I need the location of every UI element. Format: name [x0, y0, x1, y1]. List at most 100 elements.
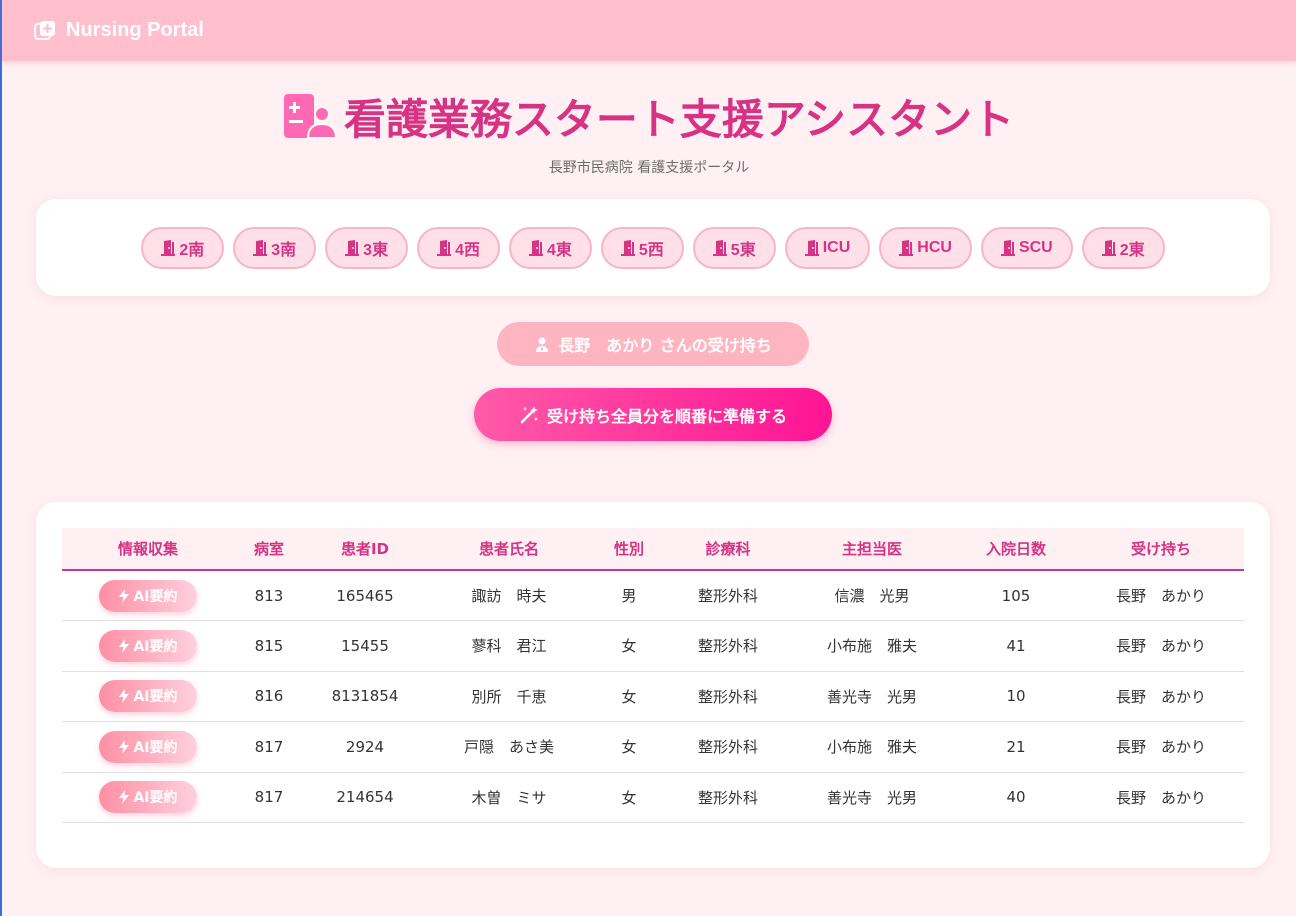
- lightning-icon: [119, 689, 130, 704]
- ward-button-hcu[interactable]: HCU: [879, 226, 972, 269]
- assigned-nurse-cell: 長野 あかり: [1078, 671, 1244, 722]
- department-cell: 整形外科: [666, 671, 790, 722]
- patient-name-cell: 木曽 ミサ: [426, 772, 592, 823]
- ai-summary-button[interactable]: AI要約: [99, 629, 197, 662]
- page-title: 看護業務スタート支援アシスタント: [283, 86, 1015, 147]
- brand-name: Nursing Portal: [66, 19, 204, 41]
- table-row[interactable]: AI要約 815 15455 蓼科 君江女整形外科 小布施 雅夫 41 長野 あかり: [62, 620, 1244, 672]
- door-icon: [712, 239, 727, 256]
- ai-summary-button[interactable]: AI要約: [99, 730, 197, 763]
- ai-summary-button[interactable]: AI要約: [99, 680, 197, 713]
- doctor-cell: 善光寺 光男: [790, 772, 954, 823]
- ward-button-label: 5東: [730, 241, 756, 259]
- sex-cell: 男: [592, 570, 666, 621]
- assigned-nurse-badge: 長野 あかり さんの受け持ち: [497, 322, 809, 366]
- door-icon: [1101, 239, 1116, 256]
- table-row[interactable]: AI要約 816 8131854 別所 千恵女整形外科 善光寺 光男 10 長野 あかり: [62, 671, 1244, 722]
- column-header: 病室: [234, 528, 304, 571]
- ward-button-3南[interactable]: 3南: [233, 226, 317, 269]
- assigned-nurse-cell: 長野 あかり: [1078, 570, 1244, 621]
- admission-days-cell: 21: [954, 721, 1078, 773]
- lightning-icon: [119, 588, 130, 603]
- prepare-all-button[interactable]: 受け持ち全員分を順番に準備する: [474, 388, 832, 441]
- patient-name-cell: 別所 千恵: [426, 671, 592, 722]
- column-header: 診療科: [666, 528, 790, 571]
- department-cell: 整形外科: [666, 570, 790, 621]
- ai-summary-button[interactable]: AI要約: [99, 579, 197, 612]
- column-header: 主担当医: [790, 528, 954, 571]
- ward-button-scu[interactable]: SCU: [980, 226, 1073, 269]
- ward-button-4西[interactable]: 4西: [417, 226, 500, 269]
- ward-button-label: 4東: [546, 241, 572, 259]
- door-icon: [345, 239, 360, 256]
- info-collect-cell: AI要約: [62, 570, 234, 621]
- door-icon: [253, 239, 268, 256]
- ward-button-label: ICU: [822, 238, 851, 256]
- patient-table: 情報収集 病室 患者ID 患者氏名 性別 診療科 主担当医 入院日数 受け持ち AI要約 813 1…: [62, 528, 1244, 823]
- door-icon: [804, 239, 819, 256]
- page-header: 看護業務スタート支援アシスタント 長野市民病院 看護支援ポータル: [2, 86, 1296, 177]
- sex-cell: 女: [592, 620, 666, 672]
- lightning-icon: [119, 638, 130, 653]
- page-subtitle: 長野市民病院 看護支援ポータル: [548, 160, 750, 176]
- patient-id-cell: 165465: [304, 570, 426, 621]
- patient-name-cell: 蓼科 君江: [426, 620, 592, 672]
- door-icon: [161, 239, 176, 256]
- nurse-icon: [536, 337, 549, 352]
- ward-button-label: 4西: [455, 241, 480, 259]
- magic-wand-icon: [520, 405, 538, 423]
- room-cell: 817: [234, 772, 304, 823]
- ward-button-label: 2東: [1119, 241, 1145, 259]
- ward-button-5東[interactable]: 5東: [692, 226, 776, 269]
- door-icon: [437, 239, 452, 256]
- medical-staff-icon: [283, 93, 336, 139]
- ward-button-label: 2南: [179, 241, 205, 259]
- column-header: 情報収集: [62, 528, 234, 571]
- department-cell: 整形外科: [666, 772, 790, 823]
- info-collect-cell: AI要約: [62, 772, 234, 823]
- brand-link[interactable]: Nursing Portal: [34, 19, 204, 42]
- ward-button-5西[interactable]: 5西: [600, 226, 684, 269]
- ward-button-3東[interactable]: 3東: [325, 226, 409, 269]
- doctor-cell: 小布施 雅夫: [790, 721, 954, 773]
- sex-cell: 女: [592, 721, 666, 773]
- admission-days-cell: 40: [954, 772, 1078, 823]
- department-cell: 整形外科: [666, 721, 790, 773]
- ai-summary-label: AI要約: [133, 638, 178, 655]
- sex-cell: 女: [592, 671, 666, 722]
- ward-button-2東[interactable]: 2東: [1081, 226, 1165, 269]
- ward-button-label: 5西: [638, 241, 664, 259]
- table-row[interactable]: AI要約 817 2924 戸隠 あさ美女整形外科 小布施 雅夫 21 長野 あかり: [62, 721, 1244, 773]
- door-icon: [899, 239, 914, 256]
- room-cell: 815: [234, 620, 304, 672]
- table-row[interactable]: AI要約 817 214654 木曽 ミサ女整形外科 善光寺 光男 40 長野 あかり: [62, 772, 1244, 823]
- doctor-cell: 善光寺 光男: [790, 671, 954, 722]
- patient-id-cell: 15455: [304, 620, 426, 672]
- ward-button-label: HCU: [917, 238, 952, 256]
- patient-name-cell: 諏訪 時夫: [426, 570, 592, 621]
- patient-name-cell: 戸隠 あさ美: [426, 721, 592, 773]
- ai-summary-label: AI要約: [133, 790, 178, 807]
- assigned-nurse-cell: 長野 あかり: [1078, 721, 1244, 773]
- department-cell: 整形外科: [666, 620, 790, 672]
- column-header: 受け持ち: [1078, 528, 1244, 571]
- doctor-cell: 小布施 雅夫: [790, 620, 954, 672]
- door-icon: [620, 239, 635, 256]
- room-cell: 816: [234, 671, 304, 722]
- ward-button-4東[interactable]: 4東: [508, 226, 592, 269]
- hospital-plus-icon: [34, 20, 55, 40]
- table-row[interactable]: AI要約 813 165465 諏訪 時夫男整形外科 信濃 光男 105 長野 あかり: [62, 570, 1244, 621]
- ai-summary-button[interactable]: AI要約: [99, 781, 197, 814]
- ward-button-icu[interactable]: ICU: [784, 226, 871, 269]
- ward-button-label: 3南: [271, 241, 297, 259]
- assigned-nurse-cell: 長野 あかり: [1078, 620, 1244, 672]
- column-header: 性別: [592, 528, 666, 571]
- door-icon: [1000, 239, 1015, 256]
- info-collect-cell: AI要約: [62, 671, 234, 722]
- page-title-text: 看護業務スタート支援アシスタント: [343, 95, 1015, 144]
- column-header: 入院日数: [954, 528, 1078, 571]
- admission-days-cell: 105: [954, 570, 1078, 621]
- ward-button-label: 3東: [363, 241, 389, 259]
- patient-table-card: 情報収集 病室 患者ID 患者氏名 性別 診療科 主担当医 入院日数 受け持ち AI要約 813 1…: [36, 502, 1270, 868]
- ward-button-2南[interactable]: 2南: [141, 226, 225, 269]
